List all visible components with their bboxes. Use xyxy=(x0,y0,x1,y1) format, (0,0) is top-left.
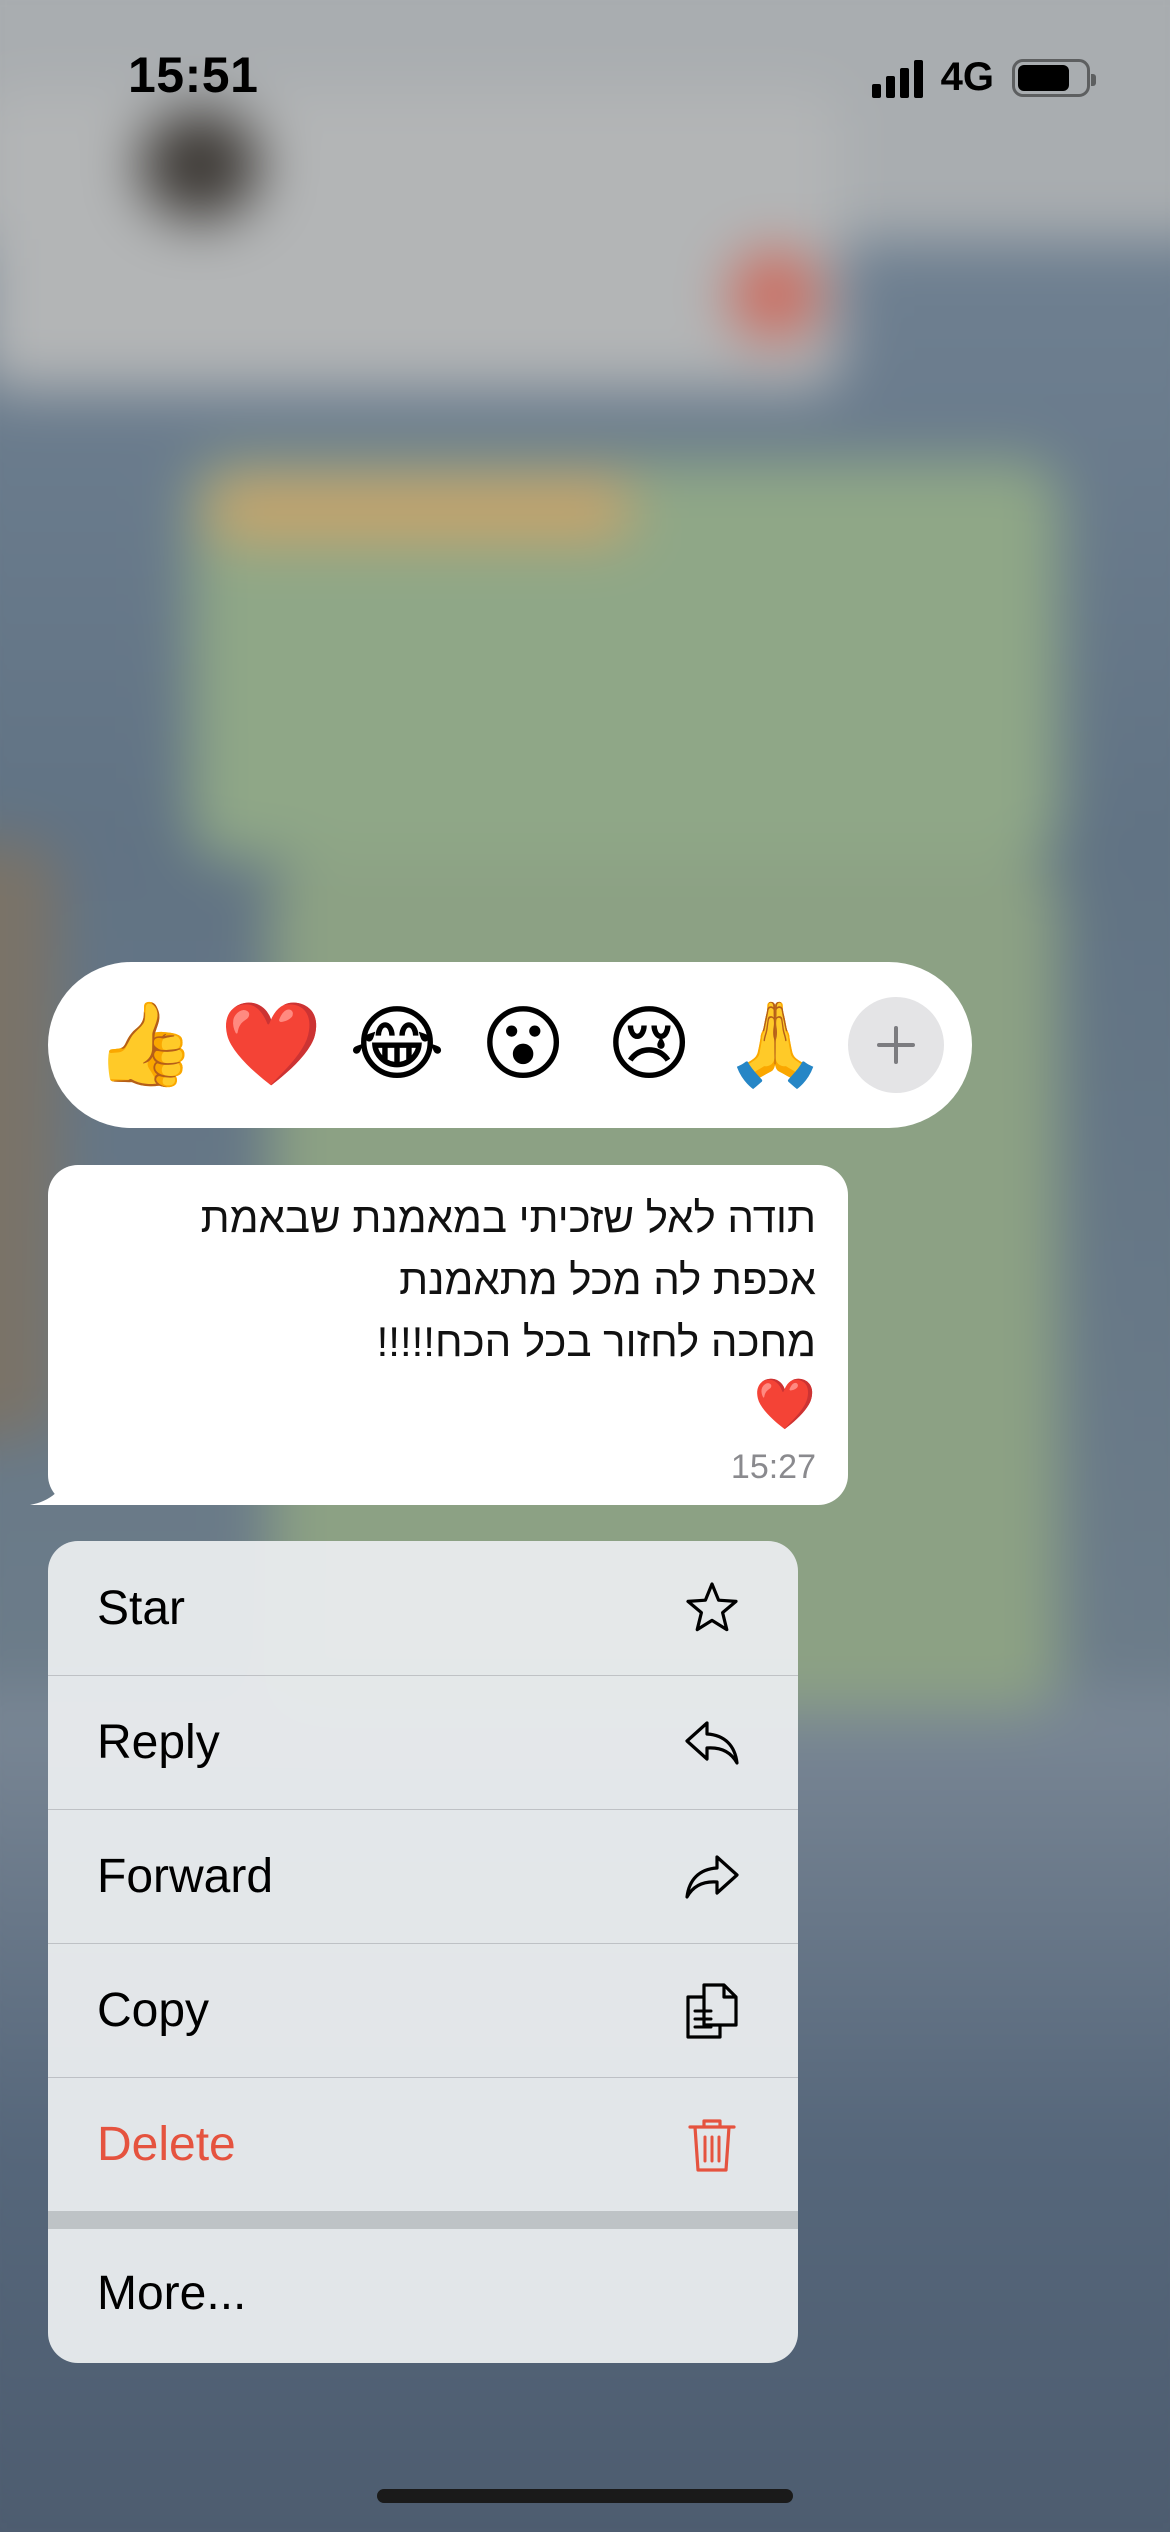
message-line: תודה לאל שזכיתי במאמנת שבאמת xyxy=(200,1194,816,1241)
trash-icon xyxy=(682,2115,742,2175)
message-line: אכפת לה מכל מתאמנת xyxy=(399,1256,816,1303)
menu-item-reply[interactable]: Reply xyxy=(48,1675,798,1809)
reaction-bar: 👍 ❤️ 😂 😮 😢 🙏 xyxy=(48,962,972,1128)
menu-item-label: Delete xyxy=(97,2118,236,2171)
reply-icon xyxy=(682,1713,742,1773)
copy-icon xyxy=(682,1981,742,2041)
message-line: ❤️ xyxy=(753,1376,816,1432)
menu-item-copy[interactable]: Copy xyxy=(48,1943,798,2077)
reaction-crying-face[interactable]: 😢 xyxy=(586,982,712,1108)
menu-item-star[interactable]: Star xyxy=(48,1541,798,1675)
menu-item-label: Reply xyxy=(97,1716,220,1769)
reaction-tears-of-joy[interactable]: 😂 xyxy=(334,982,460,1108)
reaction-folded-hands[interactable]: 🙏 xyxy=(712,982,838,1108)
more-reactions-button[interactable] xyxy=(848,997,944,1093)
menu-item-label: Star xyxy=(97,1581,186,1635)
status-time: 15:51 xyxy=(128,47,259,103)
message-context-menu: Star Reply Forward Copy Delete More... xyxy=(48,1541,798,2363)
message-line: מחכה לחזור בכל הכח!!!!! xyxy=(376,1318,816,1365)
reaction-red-heart[interactable]: ❤️ xyxy=(208,982,334,1108)
cellular-signal-icon xyxy=(871,58,923,98)
home-indicator[interactable] xyxy=(377,2489,793,2503)
menu-item-forward[interactable]: Forward xyxy=(48,1809,798,1943)
battery-icon xyxy=(1012,58,1096,97)
message-text: תודה לאל שזכיתי במאמנת שבאמת אכפת לה מכל… xyxy=(76,1187,816,1435)
forward-icon xyxy=(682,1847,742,1907)
reaction-thumbs-up[interactable]: 👍 xyxy=(82,982,208,1108)
menu-item-more[interactable]: More... xyxy=(48,2229,798,2357)
menu-separator xyxy=(48,2211,798,2229)
status-bar: 15:51 4G xyxy=(0,0,1170,150)
menu-item-delete[interactable]: Delete xyxy=(48,2077,798,2211)
menu-item-label: Forward xyxy=(97,1850,274,1903)
menu-item-label: More... xyxy=(97,2266,247,2320)
star-icon xyxy=(682,1578,742,1638)
plus-icon xyxy=(877,1026,915,1064)
message-bubble-wrapper: תודה לאל שזכיתי במאמנת שבאמת אכפת לה מכל… xyxy=(30,1165,850,1505)
reaction-open-mouth[interactable]: 😮 xyxy=(460,982,586,1108)
status-indicators: 4G xyxy=(871,55,1096,100)
menu-item-label: Copy xyxy=(97,1984,210,2037)
network-type: 4G xyxy=(940,55,994,99)
message-timestamp: 15:27 xyxy=(730,1448,816,1486)
message-bubble[interactable]: תודה לאל שזכיתי במאמנת שבאמת אכפת לה מכל… xyxy=(48,1165,848,1505)
